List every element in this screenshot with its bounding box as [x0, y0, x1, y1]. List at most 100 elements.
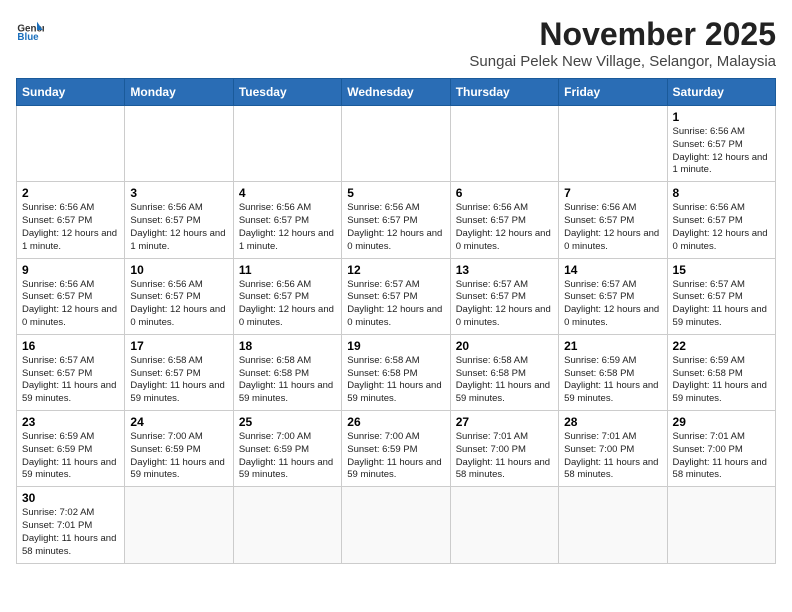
calendar-cell [233, 106, 341, 182]
day-info: Sunrise: 6:56 AMSunset: 6:57 PMDaylight:… [673, 126, 770, 177]
day-number: 16 [22, 339, 119, 353]
day-number: 10 [130, 263, 227, 277]
day-info: Sunrise: 7:01 AMSunset: 7:00 PMDaylight:… [456, 431, 553, 482]
day-number: 12 [347, 263, 444, 277]
column-header-friday: Friday [559, 79, 667, 106]
day-info: Sunrise: 7:00 AMSunset: 6:59 PMDaylight:… [130, 431, 227, 482]
day-info: Sunrise: 7:01 AMSunset: 7:00 PMDaylight:… [564, 431, 661, 482]
calendar-week-6: 30 Sunrise: 7:02 AMSunset: 7:01 PMDayligh… [17, 487, 776, 563]
day-info: Sunrise: 6:56 AMSunset: 6:57 PMDaylight:… [239, 279, 336, 330]
calendar-cell: 3Sunrise: 6:56 AMSunset: 6:57 PMDaylight… [125, 182, 233, 258]
day-info: Sunrise: 6:59 AMSunset: 6:58 PMDaylight:… [673, 355, 770, 406]
calendar-cell [233, 487, 341, 563]
calendar-cell: 25Sunrise: 7:00 AMSunset: 6:59 PMDayligh… [233, 411, 341, 487]
calendar-cell: 22 Sunrise: 6:59 AMSunset: 6:58 PMDayligh… [667, 334, 775, 410]
calendar-week-4: 16 Sunrise: 6:57 AMSunset: 6:57 PMDayligh… [17, 334, 776, 410]
calendar-week-5: 23 Sunrise: 6:59 AMSunset: 6:59 PMDayligh… [17, 411, 776, 487]
calendar-cell [559, 487, 667, 563]
day-info: Sunrise: 6:56 AMSunset: 6:57 PMDaylight:… [456, 202, 553, 253]
calendar-cell [125, 106, 233, 182]
day-info: Sunrise: 7:00 AMSunset: 6:59 PMDaylight:… [239, 431, 336, 482]
day-number: 4 [239, 186, 336, 200]
day-number: 20 [456, 339, 553, 353]
calendar-cell [17, 106, 125, 182]
calendar-cell: 1 Sunrise: 6:56 AMSunset: 6:57 PMDaylight… [667, 106, 775, 182]
day-number: 22 [673, 339, 770, 353]
logo-icon: General Blue [16, 16, 44, 44]
calendar-cell: 11Sunrise: 6:56 AMSunset: 6:57 PMDayligh… [233, 258, 341, 334]
day-info: Sunrise: 6:59 AMSunset: 6:58 PMDaylight:… [564, 355, 661, 406]
column-header-tuesday: Tuesday [233, 79, 341, 106]
calendar-cell: 24 Sunrise: 7:00 AMSunset: 6:59 PMDayligh… [125, 411, 233, 487]
day-number: 18 [239, 339, 336, 353]
day-info: Sunrise: 6:58 AMSunset: 6:58 PMDaylight:… [347, 355, 444, 406]
column-header-monday: Monday [125, 79, 233, 106]
day-number: 13 [456, 263, 553, 277]
day-info: Sunrise: 7:01 AMSunset: 7:00 PMDaylight:… [673, 431, 770, 482]
main-title: November 2025 [469, 16, 776, 53]
calendar-cell: 6Sunrise: 6:56 AMSunset: 6:57 PMDaylight… [450, 182, 558, 258]
calendar-cell: 2Sunrise: 6:56 AMSunset: 6:57 PMDaylight… [17, 182, 125, 258]
day-info: Sunrise: 6:58 AMSunset: 6:58 PMDaylight:… [239, 355, 336, 406]
day-number: 8 [673, 186, 770, 200]
day-number: 7 [564, 186, 661, 200]
day-info: Sunrise: 7:00 AMSunset: 6:59 PMDaylight:… [347, 431, 444, 482]
day-number: 27 [456, 415, 553, 429]
day-info: Sunrise: 6:56 AMSunset: 6:57 PMDaylight:… [564, 202, 661, 253]
calendar-cell: 13 Sunrise: 6:57 AMSunset: 6:57 PMDayligh… [450, 258, 558, 334]
calendar-cell: 12 Sunrise: 6:57 AMSunset: 6:57 PMDayligh… [342, 258, 450, 334]
calendar-week-1: 1 Sunrise: 6:56 AMSunset: 6:57 PMDaylight… [17, 106, 776, 182]
day-number: 14 [564, 263, 661, 277]
calendar-cell: 19 Sunrise: 6:58 AMSunset: 6:58 PMDayligh… [342, 334, 450, 410]
day-info: Sunrise: 6:59 AMSunset: 6:59 PMDaylight:… [22, 431, 119, 482]
calendar-week-2: 2 Sunrise: 6:56 AMSunset: 6:57 PMDaylight… [17, 182, 776, 258]
day-info: Sunrise: 6:58 AMSunset: 6:57 PMDaylight:… [130, 355, 227, 406]
day-number: 1 [673, 110, 770, 124]
calendar-cell [667, 487, 775, 563]
calendar-cell: 23 Sunrise: 6:59 AMSunset: 6:59 PMDayligh… [17, 411, 125, 487]
calendar-body: 1 Sunrise: 6:56 AMSunset: 6:57 PMDaylight… [17, 106, 776, 564]
calendar-cell [450, 487, 558, 563]
column-header-sunday: Sunday [17, 79, 125, 106]
day-number: 30 [22, 491, 119, 505]
subtitle: Sungai Pelek New Village, Selangor, Mala… [469, 53, 776, 70]
day-info: Sunrise: 6:57 AMSunset: 6:57 PMDaylight:… [673, 279, 770, 330]
day-number: 5 [347, 186, 444, 200]
day-number: 17 [130, 339, 227, 353]
calendar-cell [559, 106, 667, 182]
day-info: Sunrise: 6:57 AMSunset: 6:57 PMDaylight:… [456, 279, 553, 330]
calendar-week-3: 9 Sunrise: 6:56 AMSunset: 6:57 PMDaylight… [17, 258, 776, 334]
day-number: 19 [347, 339, 444, 353]
calendar-table: SundayMondayTuesdayWednesdayThursdayFrid… [16, 78, 776, 564]
day-number: 26 [347, 415, 444, 429]
calendar-cell: 15Sunrise: 6:57 AMSunset: 6:57 PMDayligh… [667, 258, 775, 334]
calendar-cell: 21Sunrise: 6:59 AMSunset: 6:58 PMDayligh… [559, 334, 667, 410]
day-number: 29 [673, 415, 770, 429]
calendar-cell: 9 Sunrise: 6:56 AMSunset: 6:57 PMDaylight… [17, 258, 125, 334]
calendar-cell: 26 Sunrise: 7:00 AMSunset: 6:59 PMDayligh… [342, 411, 450, 487]
day-info: Sunrise: 6:57 AMSunset: 6:57 PMDaylight:… [22, 355, 119, 406]
column-header-thursday: Thursday [450, 79, 558, 106]
day-info: Sunrise: 6:57 AMSunset: 6:57 PMDaylight:… [564, 279, 661, 330]
calendar-cell: 8Sunrise: 6:56 AMSunset: 6:57 PMDaylight… [667, 182, 775, 258]
day-number: 28 [564, 415, 661, 429]
day-info: Sunrise: 7:02 AMSunset: 7:01 PMDaylight:… [22, 507, 119, 558]
calendar-cell: 10 Sunrise: 6:56 AMSunset: 6:57 PMDayligh… [125, 258, 233, 334]
day-number: 24 [130, 415, 227, 429]
calendar-cell [125, 487, 233, 563]
svg-text:Blue: Blue [17, 32, 39, 43]
day-number: 23 [22, 415, 119, 429]
calendar-cell: 16 Sunrise: 6:57 AMSunset: 6:57 PMDayligh… [17, 334, 125, 410]
day-info: Sunrise: 6:57 AMSunset: 6:57 PMDaylight:… [347, 279, 444, 330]
calendar-cell [450, 106, 558, 182]
day-number: 9 [22, 263, 119, 277]
column-header-saturday: Saturday [667, 79, 775, 106]
calendar-cell [342, 487, 450, 563]
calendar-header-row: SundayMondayTuesdayWednesdayThursdayFrid… [17, 79, 776, 106]
day-info: Sunrise: 6:56 AMSunset: 6:57 PMDaylight:… [130, 279, 227, 330]
calendar-cell: 4 Sunrise: 6:56 AMSunset: 6:57 PMDaylight… [233, 182, 341, 258]
day-info: Sunrise: 6:56 AMSunset: 6:57 PMDaylight:… [239, 202, 336, 253]
day-info: Sunrise: 6:56 AMSunset: 6:57 PMDaylight:… [22, 279, 119, 330]
day-number: 2 [22, 186, 119, 200]
calendar-cell: 14 Sunrise: 6:57 AMSunset: 6:57 PMDayligh… [559, 258, 667, 334]
